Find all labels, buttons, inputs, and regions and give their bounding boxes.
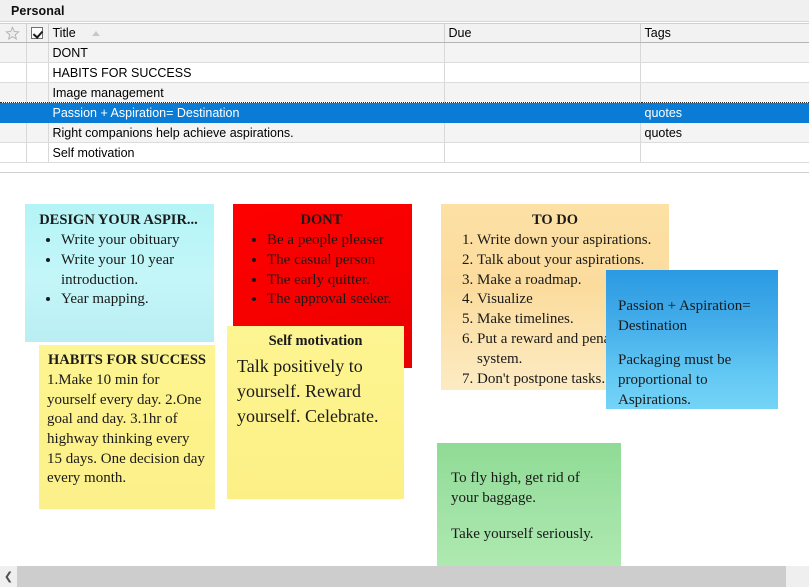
table-row[interactable]: Image management xyxy=(0,82,809,103)
sticky-note-fly-high[interactable]: To fly high, get rid of your baggage. Ta… xyxy=(437,443,621,567)
list-item: Write your 10 year introduction. xyxy=(61,251,208,291)
note-body-spacer xyxy=(618,336,770,350)
note-body-line-2: Take yourself seriously. xyxy=(451,525,594,542)
table-row[interactable]: HABITS FOR SUCCESS xyxy=(0,62,809,83)
row-star-cell[interactable] xyxy=(0,42,27,63)
row-star-cell[interactable] xyxy=(0,122,27,143)
list-item: Year mapping. xyxy=(61,290,208,310)
row-title-cell[interactable]: Right companions help achieve aspiration… xyxy=(48,122,445,143)
column-header-title-label: Title xyxy=(52,26,76,40)
row-due-cell[interactable] xyxy=(444,62,641,83)
list-item: Write down your aspirations. xyxy=(477,231,665,251)
column-header-star[interactable] xyxy=(0,23,27,43)
row-due-cell[interactable] xyxy=(444,82,641,103)
page-title: Personal xyxy=(11,3,65,18)
sort-ascending-icon xyxy=(91,31,100,36)
row-check-cell[interactable] xyxy=(26,142,49,163)
horizontal-scrollbar[interactable]: ❮ xyxy=(0,566,809,587)
note-body-line-2: Packaging must be proportional to Aspira… xyxy=(618,352,732,409)
row-due-cell[interactable] xyxy=(444,102,641,123)
column-header-checkbox[interactable] xyxy=(26,23,49,43)
note-body-line-1: Passion + Aspiration= Destination xyxy=(618,298,751,335)
window-title-bar: Personal xyxy=(0,0,809,22)
sticky-note-passion-aspiration[interactable]: Passion + Aspiration= Destination Packag… xyxy=(606,270,778,409)
row-star-cell[interactable] xyxy=(0,142,27,163)
sticky-note-habits-for-success[interactable]: HABITS FOR SUCCESS 1.Make 10 min for you… xyxy=(39,345,215,509)
row-due-cell[interactable] xyxy=(444,42,641,63)
table-row[interactable]: DONT xyxy=(0,42,809,63)
note-list-panel: Title Due Tags DONT HABITS FOR SUCCESS I… xyxy=(0,23,809,172)
row-due-cell[interactable] xyxy=(444,122,641,143)
sticky-note-self-motivation[interactable]: Self motivation Talk positively to yours… xyxy=(227,326,404,499)
table-row[interactable]: Right companions help achieve aspiration… xyxy=(0,122,809,143)
column-header-due-label: Due xyxy=(448,26,472,40)
note-title: DESIGN YOUR ASPIR... xyxy=(39,212,198,228)
star-icon xyxy=(5,25,21,41)
list-item: The approval seeker. xyxy=(267,290,406,310)
scrollbar-track[interactable] xyxy=(786,566,809,587)
row-star-cell[interactable] xyxy=(0,82,27,103)
table-row-selected[interactable]: Passion + Aspiration= Destination quotes xyxy=(0,102,809,123)
row-tags-cell[interactable] xyxy=(640,142,809,163)
note-title: TO DO xyxy=(531,212,579,228)
sticky-note-design-your-aspirations[interactable]: DESIGN YOUR ASPIR... Write your obituary… xyxy=(25,204,214,342)
row-title-cell[interactable]: HABITS FOR SUCCESS xyxy=(48,62,445,83)
row-check-cell[interactable] xyxy=(26,42,49,63)
row-due-cell[interactable] xyxy=(444,142,641,163)
row-tags-cell[interactable] xyxy=(640,42,809,63)
row-check-cell[interactable] xyxy=(26,82,49,103)
checkbox-checked-icon[interactable] xyxy=(31,27,43,39)
scrollbar-thumb[interactable] xyxy=(17,566,786,587)
list-item: Be a people pleaser xyxy=(267,231,406,251)
table-body: DONT HABITS FOR SUCCESS Image management xyxy=(0,42,809,163)
row-check-cell[interactable] xyxy=(26,122,49,143)
note-title: Self motivation xyxy=(268,333,363,349)
column-header-due[interactable]: Due xyxy=(444,23,641,43)
row-star-cell[interactable] xyxy=(0,62,27,83)
sticky-notes-canvas: DESIGN YOUR ASPIR... Write your obituary… xyxy=(0,172,809,567)
column-header-tags-label: Tags xyxy=(644,26,671,40)
column-header-title[interactable]: Title xyxy=(48,23,445,43)
note-body-spacer xyxy=(451,509,611,525)
row-tags-cell[interactable] xyxy=(640,62,809,83)
note-title: DONT xyxy=(300,212,343,228)
scroll-left-icon[interactable]: ❮ xyxy=(0,566,17,587)
column-header-tags[interactable]: Tags xyxy=(640,23,809,43)
list-item: The early quitter. xyxy=(267,271,406,291)
row-star-cell[interactable] xyxy=(0,102,27,123)
note-title: HABITS FOR SUCCESS xyxy=(48,352,206,368)
list-item: Write your obituary xyxy=(61,231,208,251)
list-item: Talk about your aspirations. xyxy=(477,251,665,271)
note-list-table: Title Due Tags DONT HABITS FOR SUCCESS I… xyxy=(0,23,809,163)
row-tags-cell[interactable]: quotes xyxy=(640,122,809,143)
row-title-cell[interactable]: Image management xyxy=(48,82,445,103)
row-title-cell[interactable]: Passion + Aspiration= Destination xyxy=(48,102,445,123)
table-row[interactable]: Self motivation xyxy=(0,142,809,163)
row-check-cell[interactable] xyxy=(26,102,49,123)
table-header-row: Title Due Tags xyxy=(0,23,809,43)
note-body-line-1: To fly high, get rid of your baggage. xyxy=(451,470,580,506)
note-bullet-list: Be a people pleaser The casual person Th… xyxy=(237,231,406,310)
row-tags-cell[interactable]: quotes xyxy=(640,102,809,123)
row-title-cell[interactable]: DONT xyxy=(48,42,445,63)
row-title-cell[interactable]: Self motivation xyxy=(48,142,445,163)
row-tags-cell[interactable] xyxy=(640,82,809,103)
note-body: 1.Make 10 min for yourself every day. 2.… xyxy=(47,372,205,487)
note-body: Talk positively to yourself. Reward your… xyxy=(237,356,379,426)
list-item: The casual person xyxy=(267,251,406,271)
note-bullet-list: Write your obituary Write your 10 year i… xyxy=(29,231,208,310)
row-check-cell[interactable] xyxy=(26,62,49,83)
